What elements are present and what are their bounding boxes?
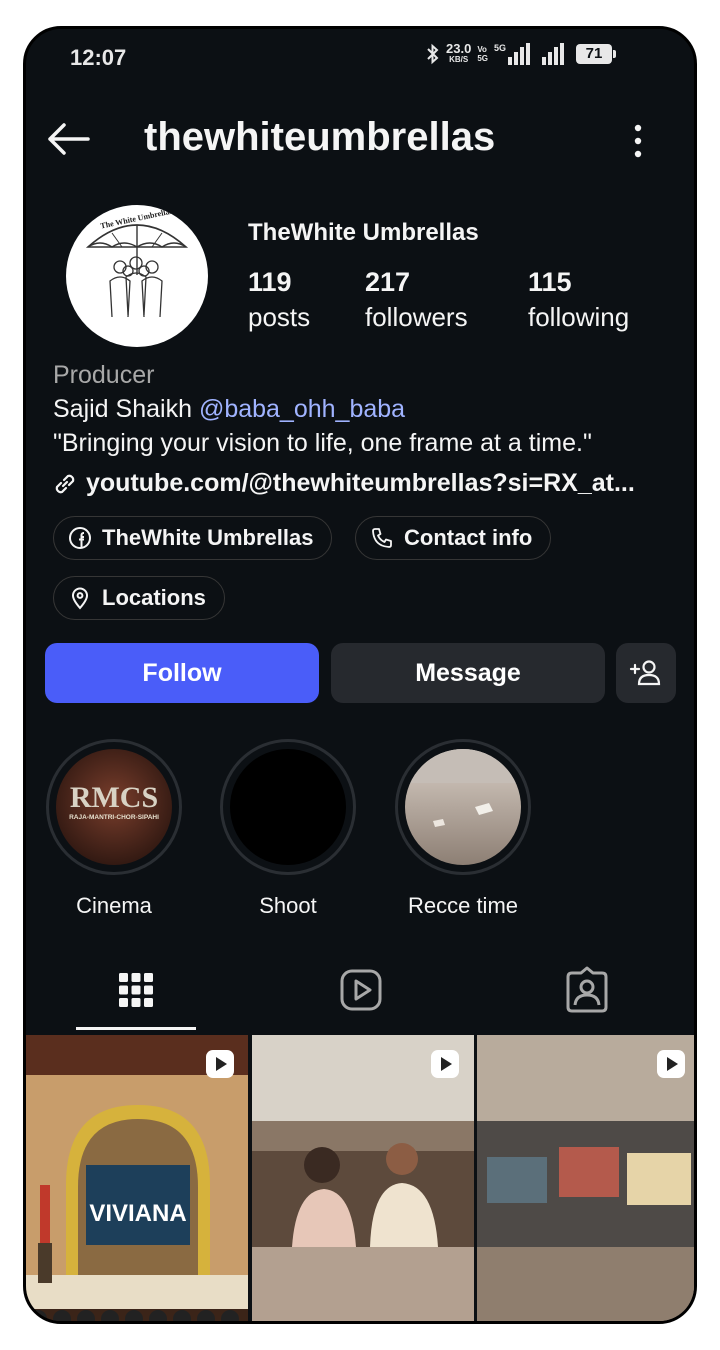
highlight-cover [230,749,346,865]
svg-text:RAJA-MANTRI-CHOR-SIPAHI: RAJA-MANTRI-CHOR-SIPAHI [69,814,159,821]
stat-number: 217 [365,267,411,297]
locations-chip[interactable]: Locations [53,576,225,620]
post-thumbnail[interactable] [251,1035,475,1321]
highlight-label: Shoot [259,893,317,918]
profile-avatar[interactable]: The White Umbrellas [66,205,208,347]
stat-posts[interactable]: 119 posts [248,267,310,333]
reel-badge-icon [657,1050,686,1078]
highlight-shoot[interactable]: Shoot [218,739,358,919]
highlight-ring [220,739,356,875]
highlight-label: Recce time [407,893,519,918]
battery-icon: 71 [576,44,616,64]
bluetooth-icon [427,43,439,65]
follow-button[interactable]: Follow [45,643,319,703]
reel-badge-icon [205,1050,234,1078]
grid-icon[interactable] [111,965,161,1015]
suggest-users-button[interactable] [616,643,676,703]
profile-username: thewhiteumbrellas [144,115,496,159]
status-time: 12:07 [70,45,127,70]
umbrella-logo-icon: The White Umbrellas [85,207,189,318]
link-icon [55,474,75,493]
highlight-ring: RMCS RAJA-MANTRI-CHOR-SIPAHI [46,739,182,875]
svg-text:VIVIANA: VIVIANA [89,1200,186,1227]
facebook-chip[interactable]: TheWhite Umbrellas [53,516,333,560]
tagged-icon[interactable] [562,965,612,1015]
bio-line-2: "Bringing your vision to life, one frame… [53,429,592,457]
highlight-cover: RMCS RAJA-MANTRI-CHOR-SIPAHI [56,749,172,865]
net-speed: 23.0 KB/S [446,41,472,64]
highlight-cinema[interactable]: RMCS RAJA-MANTRI-CHOR-SIPAHI Cinema [44,739,184,919]
stat-number: 119 [248,267,292,297]
reel-badge-icon [431,1050,460,1078]
stat-label: posts [248,302,311,332]
signal-icon [542,43,564,65]
facebook-icon [69,527,91,549]
highlight-recce-time[interactable]: Recce time [393,739,533,919]
stat-number: 115 [528,267,572,297]
stat-label: followers [365,302,468,332]
profile-display-name: TheWhite Umbrellas [248,219,479,246]
contact-info-chip[interactable]: Contact info [355,516,552,560]
signal-5g-icon: 5G [494,43,530,65]
post-grid: VIVIANA [26,1035,694,1321]
phone-icon [372,528,392,548]
volte-indicator: Vo 5G [477,45,488,63]
svg-text:RMCS: RMCS [70,781,158,814]
more-vertical-icon[interactable] [624,121,652,161]
active-tab-indicator [76,1027,196,1030]
stat-following[interactable]: 115 following [528,267,629,333]
profile-category: Producer [53,361,155,389]
highlight-label: Cinema [76,893,152,918]
reels-icon[interactable] [336,965,386,1015]
status-icons: 23.0 KB/S Vo 5G 5G 71 [426,41,616,65]
stat-label: following [528,302,630,332]
message-button[interactable]: Message [331,643,605,703]
stat-followers[interactable]: 217 followers [365,267,468,333]
phone-screen: 12:07 23.0 KB/S Vo 5G 5G 71 thewhiteumbrel… [23,26,697,1324]
location-pin-icon [71,587,89,610]
profile-link[interactable]: youtube.com/@thewhiteumbrellas?si=RX_at.… [52,469,635,498]
bio-line-1: Sajid Shaikh @baba_ohh_baba [53,395,406,423]
highlight-ring [395,739,531,875]
chip-label: TheWhite Umbrellas [102,525,314,550]
link-text: youtube.com/@thewhiteumbrellas?si=RX_at.… [86,469,635,497]
post-thumbnail[interactable]: VIVIANA [26,1035,249,1321]
add-user-icon [629,660,661,686]
chip-label: Contact info [404,525,533,550]
highlight-cover [405,749,521,865]
mention-link[interactable]: @baba_ohh_baba [199,395,405,423]
back-arrow-icon[interactable] [44,117,94,161]
post-thumbnail[interactable] [477,1035,694,1321]
chip-label: Locations [102,585,206,610]
